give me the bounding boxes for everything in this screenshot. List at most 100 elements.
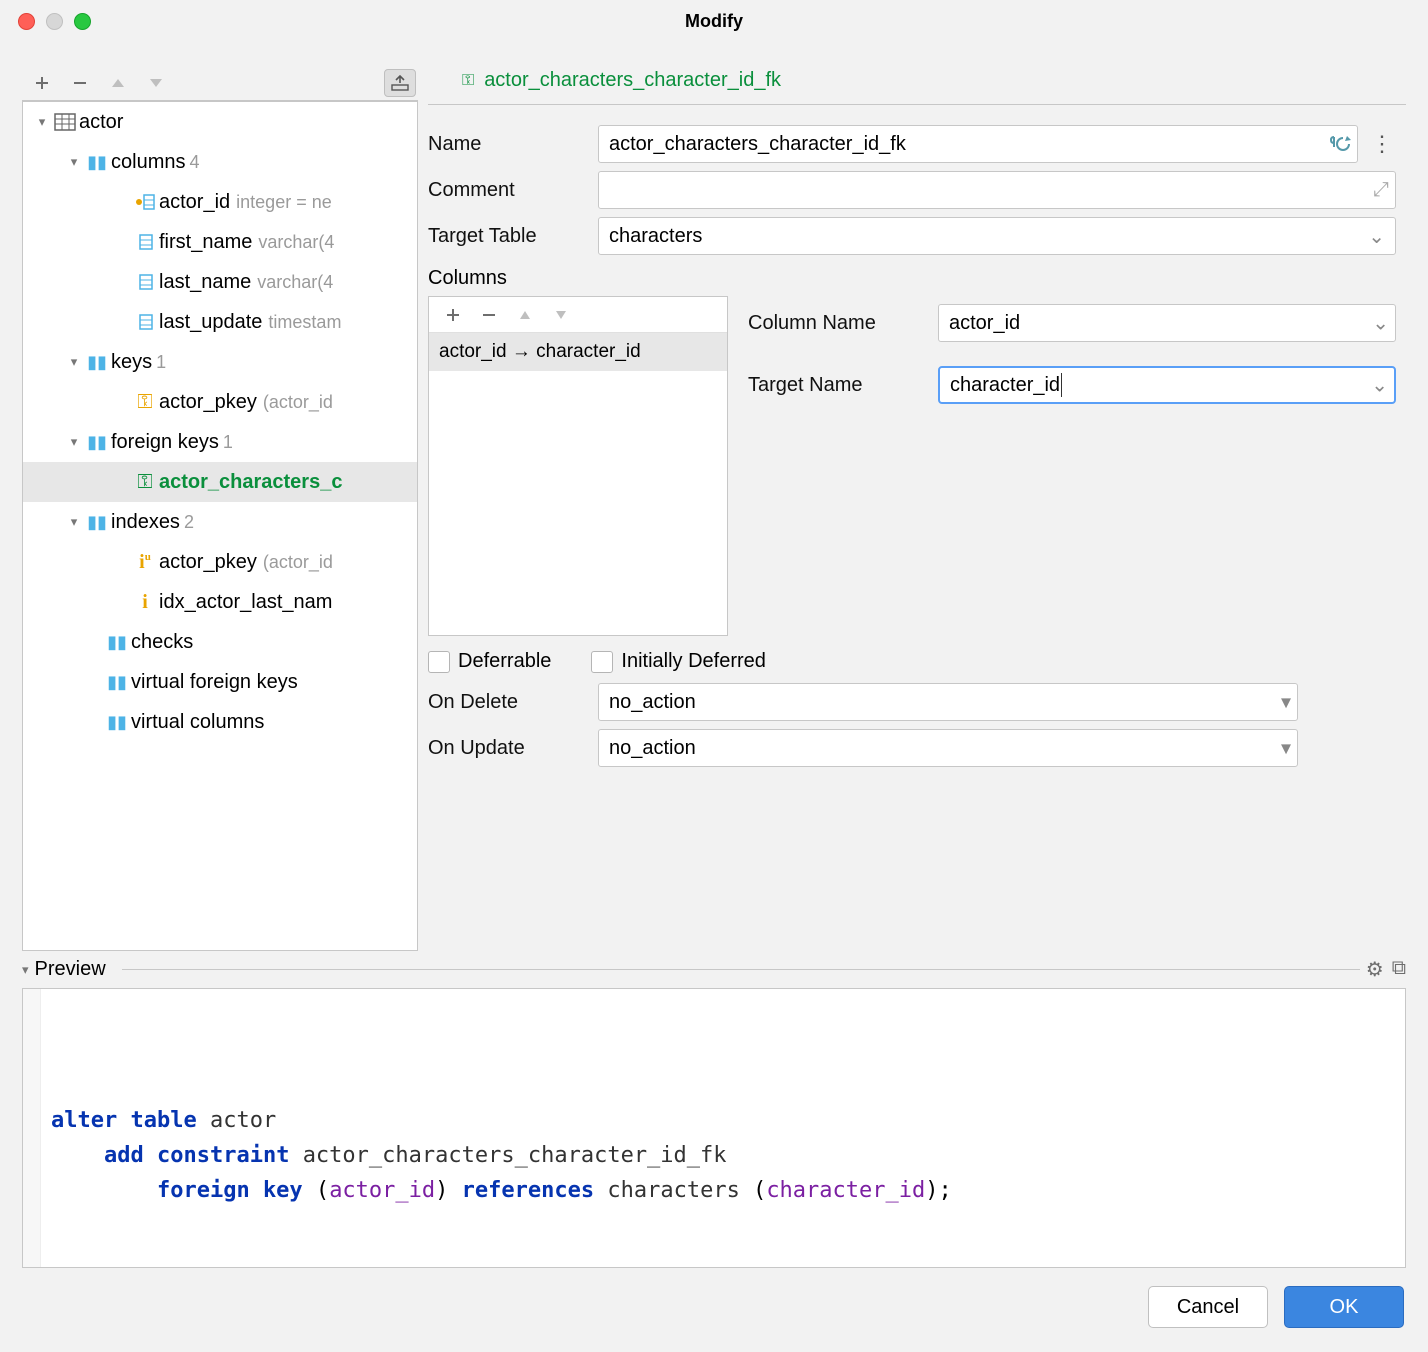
tree-node-virtual-cols[interactable]: ▮▮ virtual columns — [23, 702, 417, 742]
column-name: first_name — [159, 231, 252, 254]
sql-preview[interactable]: alter table actor add constraint actor_c… — [22, 988, 1406, 1268]
column-type: varchar(4 — [258, 232, 334, 253]
tree-node-column[interactable]: last_update timestam — [23, 302, 417, 342]
index-icon: iu — [131, 551, 159, 574]
count-badge: 4 — [189, 152, 199, 173]
tree-node-index[interactable]: iu actor_pkey (actor_id — [23, 542, 417, 582]
column-up-button[interactable] — [509, 301, 541, 329]
index-name: idx_actor_last_nam — [159, 591, 332, 614]
target-name-label: Target Name — [748, 374, 938, 397]
modify-dialog: Modify ▾ actor ▾ — [0, 0, 1428, 1352]
titlebar: Modify — [0, 0, 1428, 43]
columns-list: actor_id → character_id — [428, 296, 728, 636]
tree-node-keys[interactable]: ▾ ▮▮ keys 1 — [23, 342, 417, 382]
chevron-down-icon: ▾ — [65, 154, 83, 170]
fk-key-icon: ⚿ — [131, 471, 159, 494]
tree-node-table[interactable]: ▾ actor — [23, 102, 417, 142]
more-options-button[interactable]: ⋮ — [1368, 131, 1396, 157]
folder-icon: ▮▮ — [83, 512, 111, 533]
comment-input[interactable]: ⤢ — [598, 171, 1396, 209]
tree-label: columns — [111, 151, 185, 174]
deferrable-checkbox[interactable]: Deferrable — [428, 650, 551, 673]
tree-label: virtual columns — [131, 711, 264, 734]
column-mapping-item[interactable]: actor_id → character_id — [429, 333, 727, 371]
move-down-button[interactable] — [140, 69, 172, 97]
schema-tree[interactable]: ▾ actor ▾ ▮▮ columns 4 actor_id integer … — [22, 101, 418, 951]
on-update-combo[interactable]: no_action ▾ — [598, 729, 1298, 767]
folder-icon: ▮▮ — [103, 632, 131, 653]
remove-item-button[interactable] — [64, 69, 96, 97]
gear-icon[interactable]: ⚙ — [1366, 957, 1384, 982]
column-name: actor_id — [159, 191, 230, 214]
column-icon — [131, 313, 159, 331]
close-window-button[interactable] — [18, 13, 35, 30]
index-name: actor_pkey — [159, 551, 257, 574]
remove-column-button[interactable] — [473, 301, 505, 329]
column-name: last_name — [159, 271, 251, 294]
tree-node-column[interactable]: last_name varchar(4 — [23, 262, 417, 302]
column-icon — [131, 273, 159, 291]
target-table-combo[interactable]: characters ⌄ — [598, 217, 1396, 255]
tree-node-foreign-key[interactable]: ⚿ actor_characters_c — [23, 462, 417, 502]
column-name-value: actor_id — [949, 312, 1020, 335]
sql-code: alter table actor add constraint actor_c… — [51, 1103, 1397, 1209]
tree-node-column[interactable]: actor_id integer = ne — [23, 182, 417, 222]
target-name-combo[interactable]: character_id ⌄ — [938, 366, 1396, 404]
column-down-button[interactable] — [545, 301, 577, 329]
schema-tree-panel: ▾ actor ▾ ▮▮ columns 4 actor_id integer … — [22, 65, 418, 951]
chevron-down-icon: ▾ — [65, 514, 83, 530]
chevron-down-icon: ▾ — [65, 354, 83, 370]
column-name-label: Column Name — [748, 312, 938, 335]
fk-key-icon: ⚿ — [462, 72, 474, 90]
chevron-down-icon: ⌄ — [1372, 311, 1389, 336]
folder-icon: ▮▮ — [103, 712, 131, 733]
preview-collapse-icon[interactable]: ▾ — [22, 962, 29, 978]
auto-name-icon[interactable] — [1329, 134, 1351, 154]
tree-label: indexes — [111, 511, 180, 534]
minimize-window-button[interactable] — [46, 13, 63, 30]
comment-label: Comment — [428, 179, 598, 202]
column-icon — [131, 233, 159, 251]
open-external-icon[interactable]: ⧉ — [1392, 957, 1406, 982]
expand-button[interactable] — [384, 69, 416, 97]
column-name-combo[interactable]: actor_id ⌄ — [938, 304, 1396, 342]
tree-toolbar — [22, 65, 418, 101]
initially-deferred-checkbox[interactable]: Initially Deferred — [591, 650, 766, 673]
tree-node-checks[interactable]: ▮▮ checks — [23, 622, 417, 662]
tree-node-columns[interactable]: ▾ ▮▮ columns 4 — [23, 142, 417, 182]
tree-label: virtual foreign keys — [131, 671, 298, 694]
folder-icon: ▮▮ — [103, 672, 131, 693]
expand-icon[interactable]: ⤢ — [1373, 179, 1389, 202]
zoom-window-button[interactable] — [74, 13, 91, 30]
on-delete-combo[interactable]: no_action ▾ — [598, 683, 1298, 721]
target-name-value: character_id — [950, 374, 1060, 397]
name-input[interactable]: actor_characters_character_id_fk — [598, 125, 1358, 163]
name-value: actor_characters_character_id_fk — [609, 133, 906, 156]
tree-node-column[interactable]: first_name varchar(4 — [23, 222, 417, 262]
ok-button[interactable]: OK — [1284, 1286, 1404, 1328]
fk-header-name: actor_characters_character_id_fk — [484, 69, 781, 92]
target-table-label: Target Table — [428, 225, 598, 248]
column-name: last_update — [159, 311, 262, 334]
table-icon — [51, 113, 79, 131]
chevron-down-icon: ⌄ — [1368, 224, 1385, 249]
move-up-button[interactable] — [102, 69, 134, 97]
chevron-down-icon: ▾ — [1281, 690, 1291, 715]
editor-gutter — [23, 989, 41, 1267]
key-name: actor_pkey — [159, 391, 257, 414]
tree-node-indexes[interactable]: ▾ ▮▮ indexes 2 — [23, 502, 417, 542]
fk-header: ⚿ actor_characters_character_id_fk — [428, 65, 1406, 105]
tree-node-virtual-fk[interactable]: ▮▮ virtual foreign keys — [23, 662, 417, 702]
on-update-value: no_action — [609, 737, 696, 760]
key-ann: (actor_id — [263, 392, 333, 413]
tree-node-key[interactable]: ⚿ actor_pkey (actor_id — [23, 382, 417, 422]
tree-node-index[interactable]: i idx_actor_last_nam — [23, 582, 417, 622]
tree-node-foreign-keys[interactable]: ▾ ▮▮ foreign keys 1 — [23, 422, 417, 462]
add-item-button[interactable] — [26, 69, 58, 97]
tree-label: checks — [131, 631, 193, 654]
tree-label: actor — [79, 111, 123, 134]
cancel-button[interactable]: Cancel — [1148, 1286, 1268, 1328]
add-column-button[interactable] — [437, 301, 469, 329]
checkbox-icon — [428, 651, 450, 673]
count-badge: 1 — [223, 432, 233, 453]
